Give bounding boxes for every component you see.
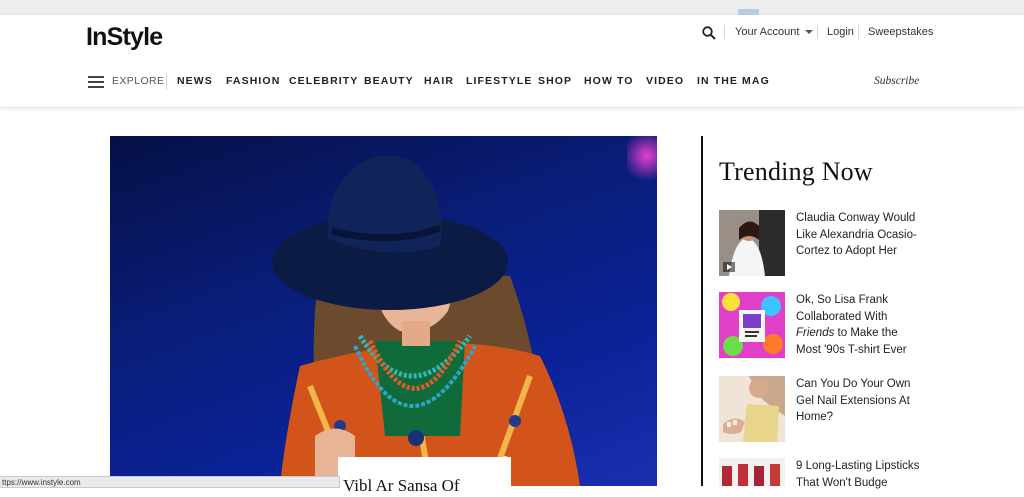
nav-video[interactable]: VIDEO: [646, 75, 684, 87]
nav-hair[interactable]: HAIR: [424, 75, 454, 87]
sweepstakes-link[interactable]: Sweepstakes: [868, 26, 933, 38]
header-divider: [817, 25, 818, 39]
chevron-down-icon: [805, 30, 814, 34]
browser-top-strip: [0, 0, 1024, 15]
login-link[interactable]: Login: [827, 26, 854, 38]
nav-in-the-mag[interactable]: IN THE MAG: [697, 75, 770, 87]
search-icon[interactable]: [702, 26, 716, 40]
nav-beauty[interactable]: BEAUTY: [364, 75, 414, 87]
nav-news[interactable]: NEWS: [177, 75, 213, 87]
nav-divider: [166, 73, 167, 90]
hero-caption[interactable]: Vibl Ar Sansa Of: [343, 476, 460, 496]
trending-item-title[interactable]: 9 Long-Lasting Lipsticks That Won't Budg…: [796, 458, 936, 491]
trending-thumbnail[interactable]: [719, 376, 785, 442]
trending-item-title[interactable]: Can You Do Your Own Gel Nail Extensions …: [796, 376, 936, 426]
hero-image[interactable]: [110, 136, 657, 486]
nav-shop[interactable]: SHOP: [538, 75, 572, 87]
trending-item-title[interactable]: Ok, So Lisa Frank Collaborated With Frie…: [796, 292, 936, 358]
site-logo[interactable]: InStyle: [86, 23, 163, 52]
nav-celebrity[interactable]: CELEBRITY: [289, 75, 358, 87]
trending-title: Trending Now: [719, 157, 873, 186]
explore-button[interactable]: EXPLORE: [112, 75, 164, 87]
sidebar-rule: [701, 136, 703, 486]
header-divider: [724, 25, 725, 39]
nav-fashion[interactable]: FASHION: [226, 75, 280, 87]
account-label: Your Account: [735, 26, 800, 38]
trending-thumbnail[interactable]: [719, 292, 785, 358]
header-divider: [858, 25, 859, 39]
trending-thumbnail[interactable]: [719, 210, 785, 276]
site-header: InStyle Your Account Login Sweepstakes E…: [0, 15, 1024, 108]
subscribe-link[interactable]: Subscribe: [874, 75, 919, 87]
nav-how-to[interactable]: HOW TO: [584, 75, 634, 87]
account-menu[interactable]: Your Account: [735, 26, 814, 38]
menu-icon[interactable]: [88, 76, 104, 88]
nav-lifestyle[interactable]: LIFESTYLE: [466, 75, 533, 87]
trending-item-title[interactable]: Claudia Conway Would Like Alexandria Oca…: [796, 210, 936, 260]
trending-thumbnail[interactable]: [719, 458, 785, 486]
browser-status-url: ttps://www.instyle.com: [0, 476, 340, 488]
